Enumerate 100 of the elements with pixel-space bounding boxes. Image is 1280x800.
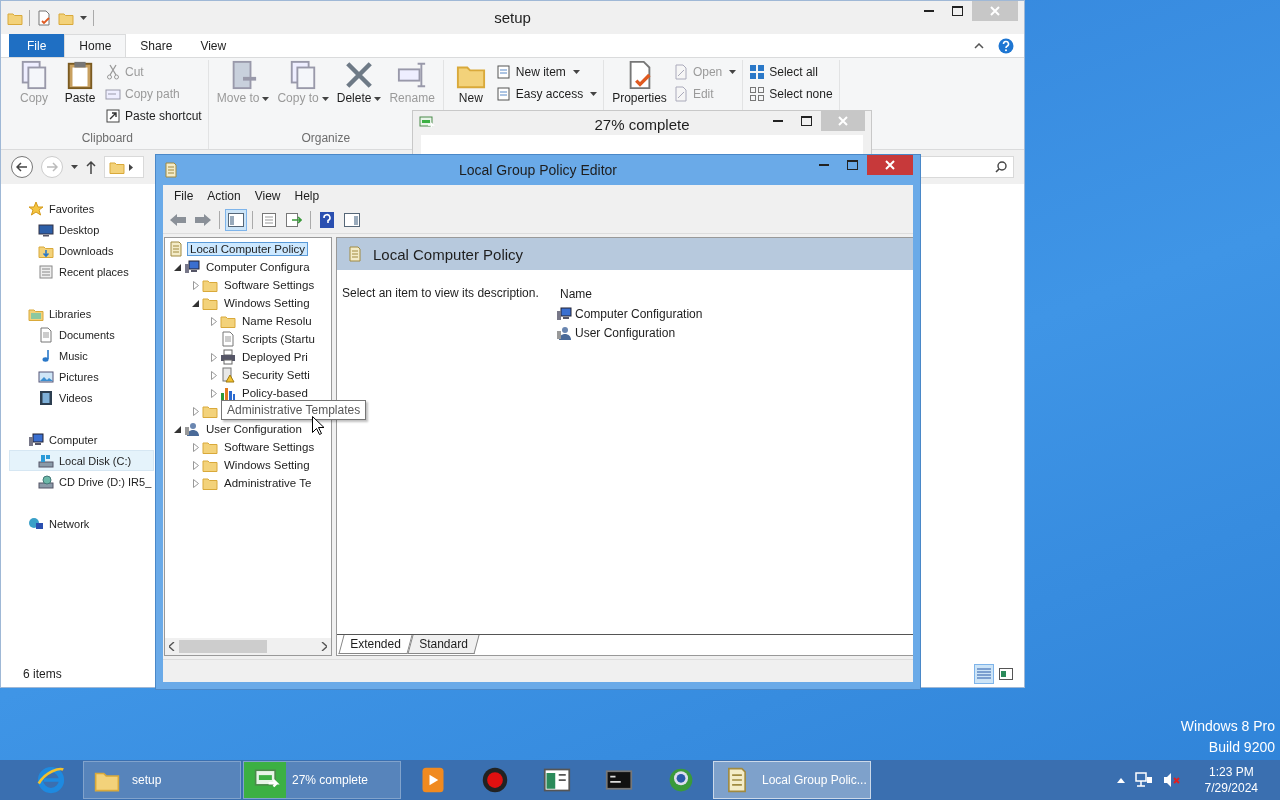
nav-item[interactable]: Favorites	[1, 198, 95, 219]
expand-arrow-icon[interactable]	[192, 406, 199, 416]
collapse-arrow-icon[interactable]	[174, 263, 181, 271]
menu-item[interactable]: File	[167, 189, 201, 203]
nav-item[interactable]: Libraries	[1, 303, 92, 324]
cursor-icon	[312, 416, 324, 435]
expand-arrow-icon[interactable]	[210, 370, 217, 380]
maximize-icon	[846, 160, 858, 170]
scroll-right-icon[interactable]	[321, 642, 327, 651]
menu-item[interactable]: Action	[200, 189, 248, 203]
policy-icon	[347, 246, 363, 262]
tree-item[interactable]: Security Setti	[239, 368, 313, 382]
pane-title: Local Computer Policy	[373, 245, 524, 263]
tree-item[interactable]: Software Settings	[221, 278, 318, 292]
user-icon	[184, 421, 200, 437]
cd-icon	[38, 473, 54, 490]
tree-item[interactable]: Name Resolu	[239, 314, 315, 328]
nav-item[interactable]: Music	[1, 345, 88, 366]
back-button[interactable]	[11, 156, 33, 178]
menu-item[interactable]: Help	[287, 189, 327, 203]
folder-icon	[202, 475, 218, 491]
tree-item[interactable]: Administrative Te	[221, 476, 315, 490]
caret-icon[interactable]	[80, 15, 87, 20]
column-header[interactable]: Name	[560, 287, 592, 301]
edit-icon	[672, 85, 689, 102]
ribbon-button[interactable]: Select none	[749, 84, 833, 103]
action-pane-icon	[344, 213, 360, 227]
nav-item[interactable]: Local Disk (C:)	[9, 450, 154, 471]
ribbon-button[interactable]: Properties	[610, 60, 669, 105]
list-item[interactable]: User Configuration	[575, 325, 676, 340]
ribbon-button[interactable]: Paste	[59, 60, 101, 105]
show-tree-button[interactable]	[225, 209, 247, 231]
nav-item[interactable]: Documents	[1, 324, 115, 345]
scrollbar-thumb[interactable]	[179, 640, 267, 653]
caret-icon[interactable]	[71, 165, 78, 169]
ribbon-button[interactable]: Select all	[749, 62, 833, 81]
expand-arrow-icon[interactable]	[210, 316, 217, 326]
ribbon-button[interactable]: New	[449, 60, 492, 105]
expand-arrow-icon[interactable]	[210, 388, 217, 398]
collapse-ribbon-icon[interactable]	[974, 42, 984, 49]
nav-item[interactable]: Computer	[1, 429, 98, 450]
ribbon-tab[interactable]: File	[9, 34, 65, 57]
expand-arrow-icon[interactable]	[210, 352, 217, 362]
nav-item[interactable]: Videos	[1, 387, 93, 408]
star-icon	[28, 200, 44, 217]
group-label: Clipboard	[81, 131, 134, 145]
expand-arrow-icon[interactable]	[192, 460, 199, 470]
window-title: setup	[494, 9, 531, 26]
nav-item[interactable]: Desktop	[1, 219, 100, 240]
search-field[interactable]	[918, 156, 1014, 178]
view-tab[interactable]: Standard	[407, 635, 479, 654]
view-tab[interactable]: Extended	[338, 635, 413, 654]
tree-item[interactable]: Scripts (Startu	[239, 332, 318, 346]
tree-item[interactable]: Deployed Pri	[239, 350, 311, 364]
nav-item[interactable]: CD Drive (D:) IR5_	[1, 471, 152, 492]
list-item[interactable]: Computer Configuration	[575, 306, 703, 321]
muted-speaker-icon[interactable]	[1162, 772, 1181, 788]
ribbon-button[interactable]: Paste shortcut	[105, 106, 202, 125]
tree-item[interactable]: User Configuration	[203, 422, 305, 436]
ribbon-tab[interactable]: Share	[126, 34, 187, 57]
network-icon[interactable]	[1134, 772, 1153, 788]
nav-item[interactable]: Downloads	[1, 240, 114, 261]
nav-item[interactable]: Recent places	[1, 261, 129, 282]
folder-icon	[202, 457, 218, 473]
computer-icon	[184, 259, 200, 275]
ribbon-button[interactable]: Easy access	[495, 84, 598, 103]
help-icon	[320, 212, 334, 228]
tree-item[interactable]: Windows Setting	[221, 458, 313, 472]
address-field[interactable]	[104, 156, 144, 178]
paste-icon	[65, 60, 95, 90]
help-icon[interactable]	[998, 37, 1014, 54]
show-hidden-icons-icon[interactable]	[1116, 777, 1125, 783]
expand-arrow-icon[interactable]	[192, 280, 199, 290]
ribbon-button[interactable]: Delete	[334, 60, 384, 105]
description-text: Select an item to view its description.	[342, 286, 539, 300]
tree-item[interactable]: Windows Setting	[221, 296, 313, 310]
nav-item[interactable]: Pictures	[1, 366, 99, 387]
collapse-arrow-icon[interactable]	[192, 299, 199, 307]
ribbon-button[interactable]: New item	[495, 62, 598, 81]
tree-item[interactable]: Local Computer Policy	[187, 242, 309, 256]
tree-item[interactable]: Policy-based	[239, 386, 311, 400]
clock[interactable]: 1:23 PM 7/29/2024	[1204, 764, 1258, 796]
taskbar-button[interactable]: setup	[83, 761, 241, 799]
rename-icon	[397, 60, 428, 90]
selectnone-icon	[749, 85, 766, 102]
expand-arrow-icon[interactable]	[192, 478, 199, 488]
tree-item[interactable]: Computer Configura	[203, 260, 313, 274]
ribbon-tab[interactable]: Home	[64, 34, 127, 57]
collapse-arrow-icon[interactable]	[174, 425, 181, 433]
taskbar-button[interactable]: 27% complete	[243, 761, 401, 799]
group-label: Organize	[301, 131, 351, 145]
ribbon-tab[interactable]: View	[186, 34, 241, 57]
folder-icon	[109, 159, 125, 175]
nav-item[interactable]: Network	[1, 513, 90, 534]
up-arrow-icon[interactable]	[86, 160, 96, 174]
close-button[interactable]	[867, 155, 913, 175]
menu-item[interactable]: View	[247, 189, 288, 203]
scroll-left-icon[interactable]	[169, 642, 175, 651]
tree-item[interactable]: Software Settings	[221, 440, 318, 454]
expand-arrow-icon[interactable]	[192, 442, 199, 452]
